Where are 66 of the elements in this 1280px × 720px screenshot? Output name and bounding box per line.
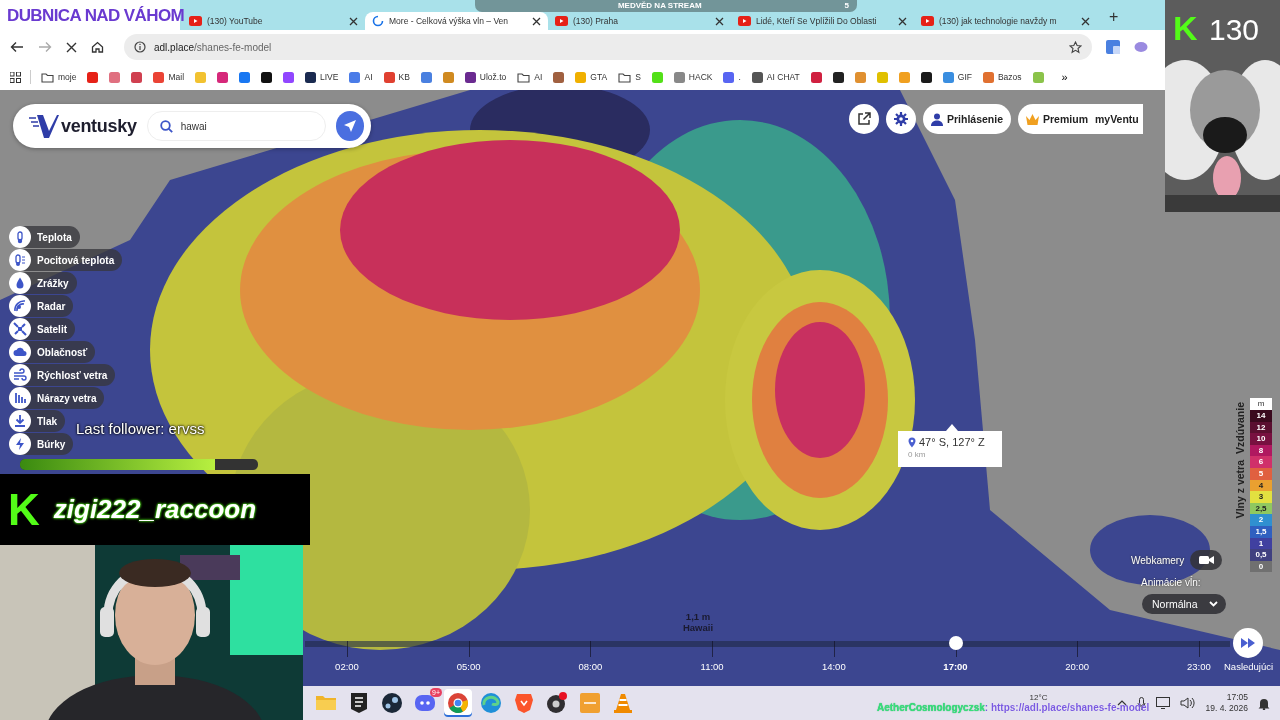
close-icon[interactable] [532, 16, 541, 26]
stop-icon[interactable] [66, 41, 77, 53]
bookmark[interactable]: AI [348, 69, 374, 85]
folder-icon [41, 71, 54, 83]
clock-date: 19. 4. 2026 [1205, 703, 1248, 714]
bookmark[interactable]: GIF [941, 69, 973, 85]
weather-text: 12°C [1029, 692, 1048, 702]
bell-icon[interactable] [1258, 696, 1270, 710]
ticker-link[interactable]: : https://adl.place/shanes-fe-model [984, 702, 1150, 713]
loading-spinner-icon [372, 15, 384, 27]
star-icon[interactable] [1069, 40, 1082, 54]
speaker-icon[interactable] [1180, 697, 1196, 709]
info-icon [134, 41, 146, 53]
steam-icon [380, 691, 404, 715]
bookmark[interactable]: moje [40, 69, 78, 85]
folder-icon [618, 71, 632, 83]
clock-time: 17:05 [1226, 692, 1248, 703]
folder-icon [517, 71, 531, 83]
tab-title: Lidé, Kteří Se Vplížili Do Oblasti [756, 16, 878, 26]
tab-title: More - Celková výška vln – Ven [389, 16, 510, 26]
more-bookmarks-button[interactable]: » [1059, 71, 1070, 83]
video-play-icon [738, 16, 751, 26]
record-circle-icon [545, 691, 569, 715]
bookmark[interactable]: Mail [152, 69, 186, 85]
close-icon[interactable] [349, 16, 358, 26]
bookmark[interactable]: S [617, 69, 642, 85]
back-icon[interactable] [10, 41, 24, 53]
browser-tab[interactable]: More - Celková výška vln – Ven [365, 12, 548, 30]
lion-head-icon [512, 691, 536, 715]
tab-title: (130) YouTube [207, 16, 264, 26]
tab-title: (130) jak technologie navždy m [939, 16, 1058, 26]
new-tab-button[interactable]: + [1101, 4, 1127, 30]
translate-icon[interactable] [1106, 40, 1120, 54]
bookmark[interactable]: AI [516, 69, 544, 85]
chrome-icon [446, 691, 470, 715]
bookmark[interactable]: Bazos [981, 69, 1023, 85]
browser-tab[interactable]: (130) Praha [548, 12, 731, 30]
traffic-cone-icon [611, 691, 635, 715]
city-title: DUBNICA NAD VÁHOM [7, 6, 185, 26]
address-bar[interactable]: adl.place/shanes-fe-model [124, 34, 1092, 60]
tab-title: (130) Praha [573, 16, 619, 26]
edge-icon [479, 691, 503, 715]
close-icon[interactable] [1081, 16, 1090, 26]
video-play-icon [189, 16, 202, 26]
browser-tab[interactable]: (130) jak technologie navždy m [914, 12, 1097, 30]
app-tile-icon [578, 691, 602, 715]
bookmark[interactable]: AI CHAT [750, 69, 801, 85]
alert-count: 5 [844, 1, 849, 11]
bookmark[interactable]: . [722, 69, 742, 85]
bookmark[interactable]: Ulož.to [463, 69, 508, 85]
apps-grid-icon[interactable] [10, 71, 21, 83]
video-play-icon [921, 16, 934, 26]
close-icon[interactable] [715, 16, 724, 26]
video-play-icon [555, 16, 568, 26]
url-text: adl.place/shanes-fe-model [154, 41, 273, 53]
bookmark[interactable]: LIVE [304, 69, 340, 85]
ticker-user: AetherCosmologyczsk [877, 702, 985, 713]
browser-tab[interactable]: Lidé, Kteří Se Vplížili Do Oblasti [731, 12, 914, 30]
home-icon[interactable] [91, 41, 104, 53]
bookmark[interactable]: KB [382, 69, 411, 85]
bookmark[interactable]: HACK [672, 69, 714, 85]
stream-alert-toast: MEDVĚD NA STREAM 5 [475, 0, 857, 12]
puzzle-icon[interactable] [1134, 40, 1148, 54]
close-icon[interactable] [898, 16, 907, 26]
bookmark[interactable]: GTA [574, 69, 609, 85]
monitor-icon[interactable] [1156, 697, 1171, 709]
